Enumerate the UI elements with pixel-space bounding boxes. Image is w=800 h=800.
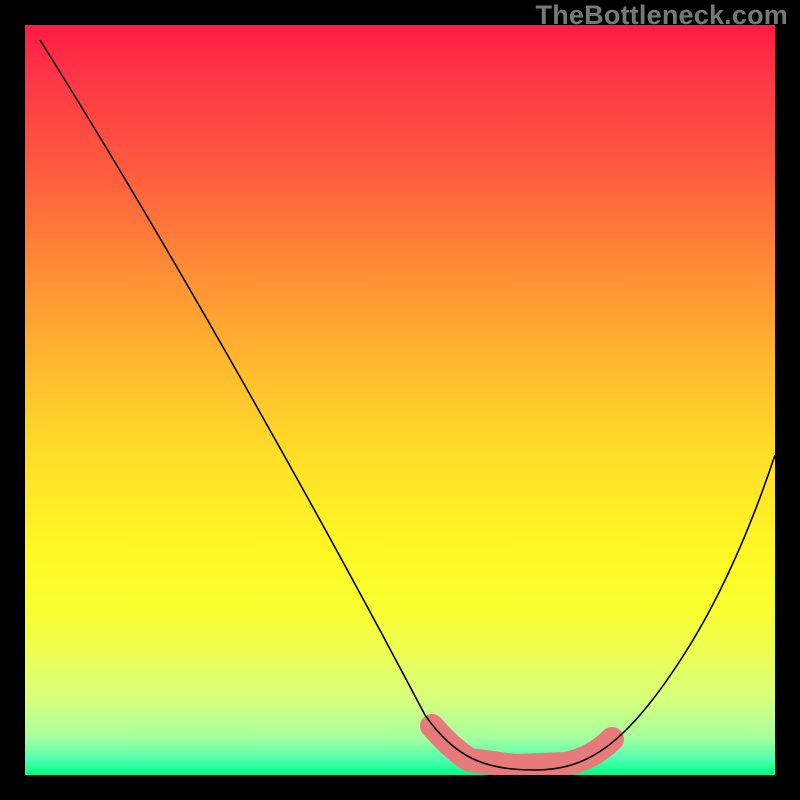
chart-frame: TheBottleneck.com: [0, 0, 800, 800]
bottleneck-curve-line: [40, 40, 775, 770]
gradient-plot-area: [25, 25, 775, 775]
bottleneck-curve-svg: [25, 25, 775, 775]
